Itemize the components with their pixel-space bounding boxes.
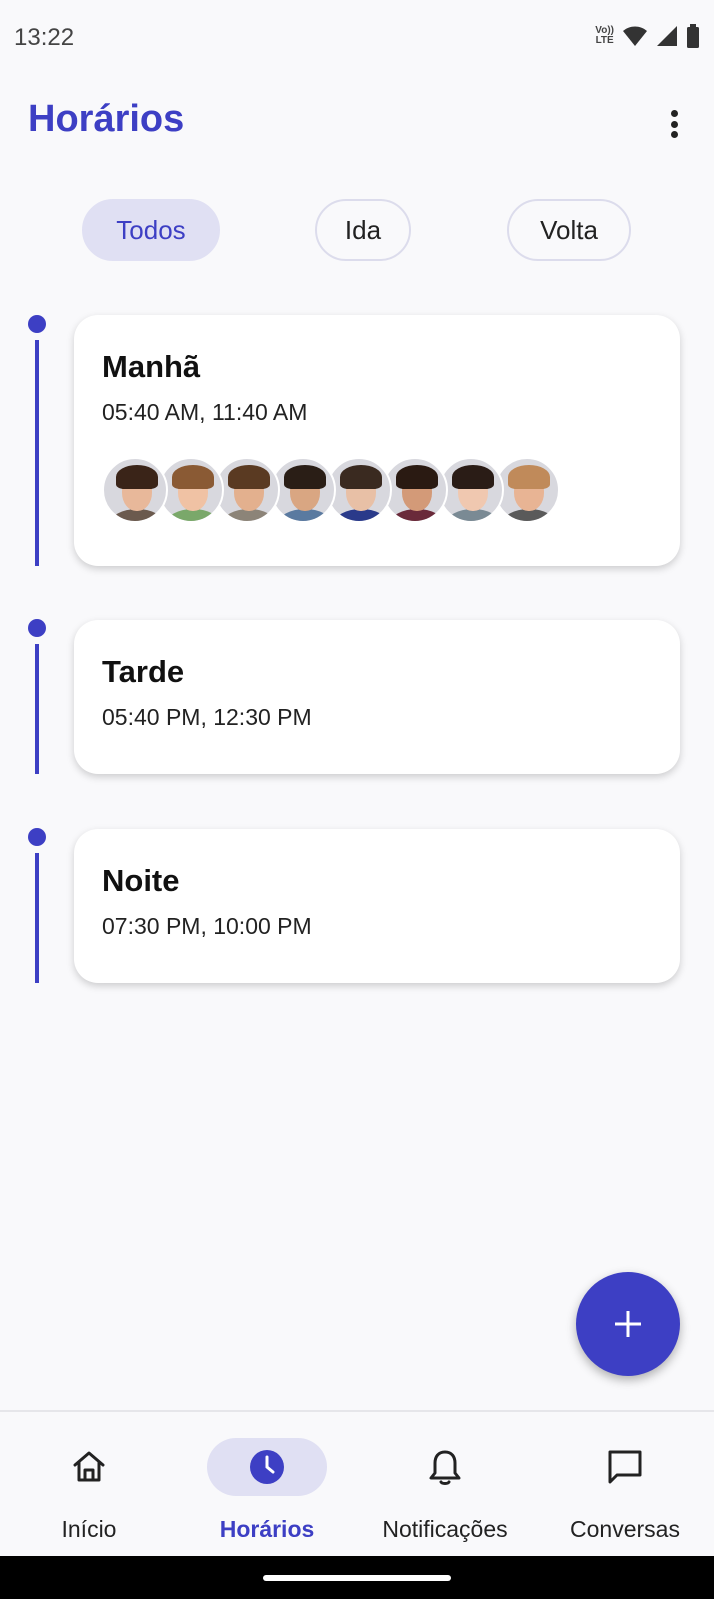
- add-schedule-button[interactable]: [576, 1272, 680, 1376]
- nav-item-conversas[interactable]: Conversas: [536, 1412, 714, 1558]
- schedule-title: Tarde: [102, 654, 185, 689]
- home-icon: [73, 1451, 105, 1482]
- bell-icon: [429, 1450, 461, 1485]
- nav-label: Início: [61, 1516, 117, 1542]
- nav-label: Notificações: [382, 1516, 508, 1542]
- signal-icon: [657, 26, 677, 46]
- chat-icon: [608, 1450, 642, 1484]
- schedule-times: 05:40 PM, 12:30 PM: [102, 704, 312, 730]
- schedule-title: Noite: [102, 863, 180, 898]
- status-icons: Vo)) LTE: [595, 24, 700, 48]
- status-bar: 13:22 Vo)) LTE: [0, 0, 714, 78]
- battery-icon: [687, 24, 699, 48]
- bottom-navigation: Início Horários Notificações Conversas: [0, 1410, 714, 1556]
- nav-label: Horários: [219, 1516, 315, 1542]
- filter-chip-ida[interactable]: Ida: [315, 199, 411, 261]
- schedule-title: Manhã: [102, 349, 201, 384]
- schedule-times: 05:40 AM, 11:40 AM: [102, 399, 308, 425]
- timeline-line: [35, 853, 39, 983]
- gesture-bar: [0, 1556, 714, 1599]
- plus-icon: [615, 1311, 641, 1337]
- filter-chip-todos[interactable]: Todos: [82, 199, 220, 261]
- nav-item-horarios[interactable]: Horários: [178, 1412, 356, 1558]
- avatar: [102, 457, 168, 523]
- more-menu-button[interactable]: [662, 106, 686, 142]
- nav-item-notificacoes[interactable]: Notificações: [356, 1412, 534, 1558]
- participant-avatars: [102, 457, 560, 523]
- filter-chips: Todos Ida Volta: [0, 199, 714, 263]
- filter-chip-volta[interactable]: Volta: [507, 199, 631, 261]
- timeline-dot: [28, 828, 46, 846]
- timeline-dot: [28, 315, 46, 333]
- timeline-line: [35, 340, 39, 566]
- volte-indicator: Vo)) LTE: [595, 25, 614, 46]
- status-time: 13:22: [14, 24, 75, 51]
- page-title: Horários: [28, 98, 185, 140]
- gesture-handle[interactable]: [263, 1575, 451, 1581]
- timeline-dot: [28, 619, 46, 637]
- timeline-line: [35, 644, 39, 774]
- more-vert-icon: [670, 110, 678, 117]
- wifi-icon: [623, 26, 647, 46]
- nav-item-inicio[interactable]: Início: [0, 1412, 178, 1558]
- schedule-card-tarde[interactable]: Tarde 05:40 PM, 12:30 PM: [74, 620, 680, 774]
- nav-label: Conversas: [570, 1516, 680, 1542]
- schedule-times: 07:30 PM, 10:00 PM: [102, 913, 312, 939]
- clock-icon: [250, 1450, 284, 1484]
- schedule-card-noite[interactable]: Noite 07:30 PM, 10:00 PM: [74, 829, 680, 983]
- schedule-card-manha[interactable]: Manhã 05:40 AM, 11:40 AM: [74, 315, 680, 566]
